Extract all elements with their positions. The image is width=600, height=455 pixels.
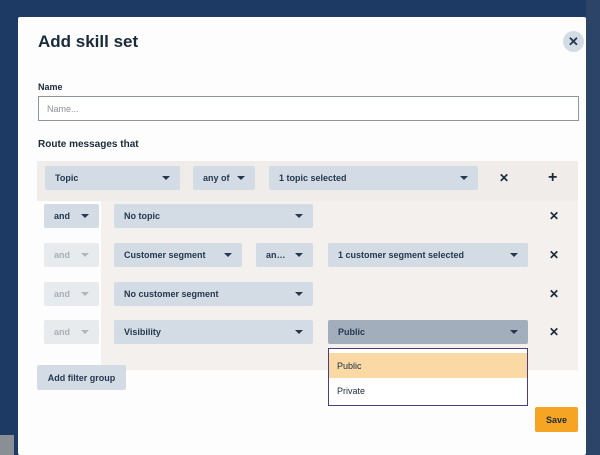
x-icon: ✕	[548, 325, 560, 339]
chevron-down-icon	[295, 292, 303, 296]
filter-operator-dropdown[interactable]: an…	[256, 243, 313, 267]
filter-field-dropdown[interactable]: No topic	[114, 204, 313, 228]
chevron-down-icon	[510, 253, 518, 257]
visibility-value-dropdown[interactable]: Public	[328, 320, 528, 344]
remove-filter-button[interactable]: ✕	[548, 288, 560, 300]
menu-option-public[interactable]: Public	[329, 353, 527, 378]
x-icon: ✕	[498, 171, 510, 185]
close-icon: ✕	[568, 33, 579, 49]
add-skill-set-dialog: Add skill set ✕ Name Route messages that…	[18, 17, 586, 455]
filter-value-dropdown[interactable]: 1 customer segment selected	[328, 243, 528, 267]
dialog-title: Add skill set	[38, 32, 139, 51]
chevron-down-icon	[81, 253, 89, 257]
filter-field-dropdown[interactable]: Customer segment	[114, 243, 242, 267]
dropdown-label: and	[54, 327, 71, 337]
dropdown-label: Customer segment	[124, 250, 206, 260]
x-icon: ✕	[548, 209, 560, 223]
name-input[interactable]	[38, 96, 579, 121]
chevron-down-icon	[295, 330, 303, 334]
remove-filter-button[interactable]: ✕	[548, 249, 560, 261]
remove-filter-button[interactable]: ✕	[548, 326, 560, 338]
visibility-options-menu: Public Private	[328, 348, 528, 406]
rule-field-dropdown[interactable]: Topic	[45, 166, 180, 190]
conjunction-dropdown[interactable]: and	[44, 320, 99, 344]
add-rule-button[interactable]: +	[548, 170, 557, 186]
route-messages-label: Route messages that	[38, 139, 139, 150]
dropdown-label: No topic	[124, 211, 160, 221]
dropdown-label: and	[54, 289, 71, 299]
backdrop-corner	[0, 435, 14, 455]
remove-rule-button[interactable]: ✕	[498, 172, 510, 184]
x-icon: ✕	[548, 248, 560, 262]
x-icon: ✕	[548, 287, 560, 301]
dropdown-label: any of	[203, 173, 230, 183]
conjunction-dropdown[interactable]: and	[44, 282, 99, 306]
chevron-down-icon	[295, 253, 303, 257]
dropdown-label: Topic	[55, 173, 79, 183]
chevron-down-icon	[81, 292, 89, 296]
save-button[interactable]: Save	[535, 407, 578, 432]
dropdown-label: an…	[266, 250, 286, 260]
chevron-down-icon	[237, 176, 245, 180]
chevron-down-icon	[162, 176, 170, 180]
dropdown-label: 1 customer segment selected	[338, 250, 465, 260]
menu-option-private[interactable]: Private	[329, 378, 527, 403]
filter-field-dropdown[interactable]: No customer segment	[114, 282, 313, 306]
chevron-down-icon	[81, 330, 89, 334]
chevron-down-icon	[224, 253, 232, 257]
dropdown-label: and	[54, 250, 71, 260]
conjunction-dropdown[interactable]: and	[44, 204, 99, 228]
dropdown-label: and	[54, 211, 71, 221]
dropdown-label: Public	[338, 327, 366, 337]
chevron-down-icon	[81, 214, 89, 218]
chevron-down-icon	[295, 214, 303, 218]
backdrop	[586, 0, 600, 455]
close-button[interactable]: ✕	[563, 31, 584, 52]
chevron-down-icon	[460, 176, 468, 180]
filter-field-dropdown[interactable]: Visibility	[114, 320, 313, 344]
name-label: Name	[38, 82, 63, 92]
dropdown-label: No customer segment	[124, 289, 219, 299]
dropdown-label: Visibility	[124, 327, 161, 337]
add-filter-group-button[interactable]: Add filter group	[37, 365, 126, 390]
dropdown-label: 1 topic selected	[279, 173, 347, 183]
conjunction-dropdown[interactable]: and	[44, 243, 99, 267]
chevron-down-icon	[510, 330, 518, 334]
rule-operator-dropdown[interactable]: any of	[193, 166, 255, 190]
plus-icon: +	[548, 169, 558, 186]
remove-filter-button[interactable]: ✕	[548, 210, 560, 222]
rule-value-dropdown[interactable]: 1 topic selected	[269, 166, 478, 190]
